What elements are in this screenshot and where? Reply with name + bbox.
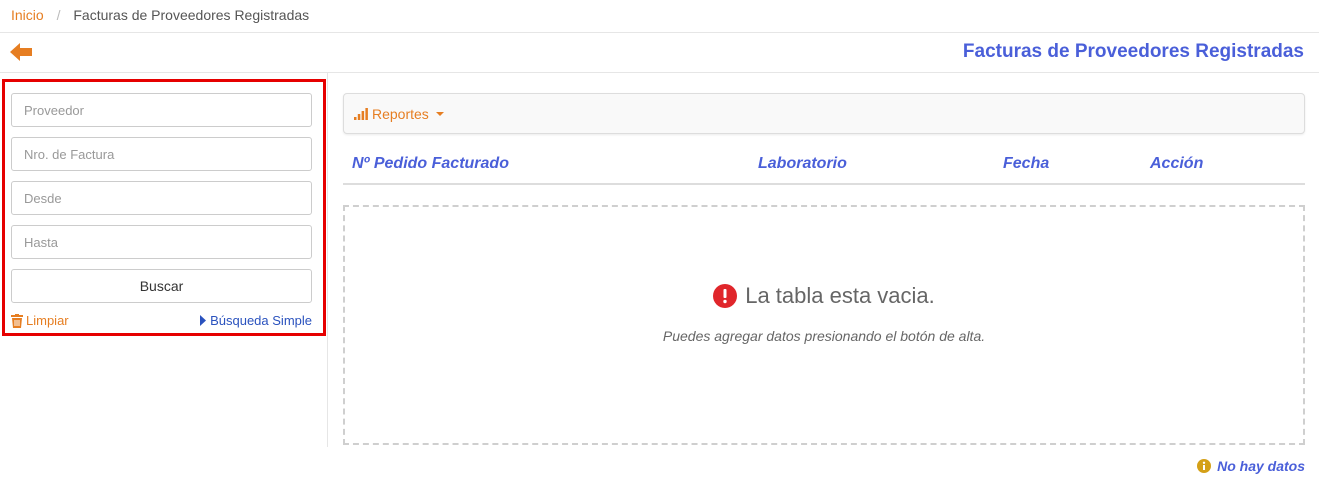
empty-message: La tabla esta vacia. <box>345 283 1303 309</box>
hasta-date-input[interactable] <box>11 225 312 259</box>
simple-search-label: Búsqueda Simple <box>210 313 312 328</box>
reportes-label: Reportes <box>372 105 429 122</box>
clear-link[interactable]: Limpiar <box>11 313 69 328</box>
exclamation-circle-icon <box>713 284 738 308</box>
breadcrumb: Inicio / Facturas de Proveedores Registr… <box>0 0 1319 33</box>
factura-number-input[interactable] <box>11 137 312 171</box>
column-header-laboratorio[interactable]: Laboratorio <box>758 155 847 173</box>
advanced-search-panel: Buscar Limpiar Búsqueda Simple <box>2 79 326 336</box>
column-header-fecha[interactable]: Fecha <box>1003 155 1049 173</box>
caret-down-icon <box>435 111 444 116</box>
info-circle-icon <box>1197 459 1212 473</box>
clear-link-label: Limpiar <box>26 313 69 328</box>
caret-right-icon <box>200 315 207 326</box>
reportes-dropdown[interactable]: Reportes <box>354 106 444 122</box>
empty-table-placeholder: La tabla esta vacia. Puedes agregar dato… <box>343 205 1305 445</box>
table-header: Nº Pedido Facturado Laboratorio Fecha Ac… <box>343 134 1305 185</box>
page-header: Facturas de Proveedores Registradas <box>0 33 1319 73</box>
arrow-left-icon <box>10 43 32 61</box>
back-button[interactable] <box>10 42 34 62</box>
page-title: Facturas de Proveedores Registradas <box>962 41 1304 62</box>
proveedor-input[interactable] <box>11 93 312 127</box>
results-panel: Reportes Nº Pedido Facturado Laboratorio… <box>343 93 1305 445</box>
toolbar: Reportes <box>343 93 1305 134</box>
status-text: No hay datos <box>1217 458 1305 474</box>
search-sidebar: Buscar Limpiar Búsqueda Simple <box>0 73 328 447</box>
desde-date-input[interactable] <box>11 181 312 215</box>
column-header-accion[interactable]: Acción <box>1150 155 1203 173</box>
breadcrumb-current: Facturas de Proveedores Registradas <box>73 7 310 23</box>
search-links: Limpiar Búsqueda Simple <box>11 313 312 333</box>
breadcrumb-home-link[interactable]: Inicio <box>11 7 44 23</box>
column-header-pedido[interactable]: Nº Pedido Facturado <box>352 155 509 173</box>
search-button[interactable]: Buscar <box>11 269 312 303</box>
empty-title: La tabla esta vacia. <box>745 283 935 308</box>
breadcrumb-separator: / <box>56 7 61 23</box>
simple-search-link[interactable]: Búsqueda Simple <box>200 313 312 328</box>
empty-subtitle: Puedes agregar datos presionando el botó… <box>662 328 986 344</box>
trash-icon <box>11 313 23 328</box>
signal-bars-icon <box>354 107 368 120</box>
status-footer: No hay datos <box>1197 458 1305 474</box>
